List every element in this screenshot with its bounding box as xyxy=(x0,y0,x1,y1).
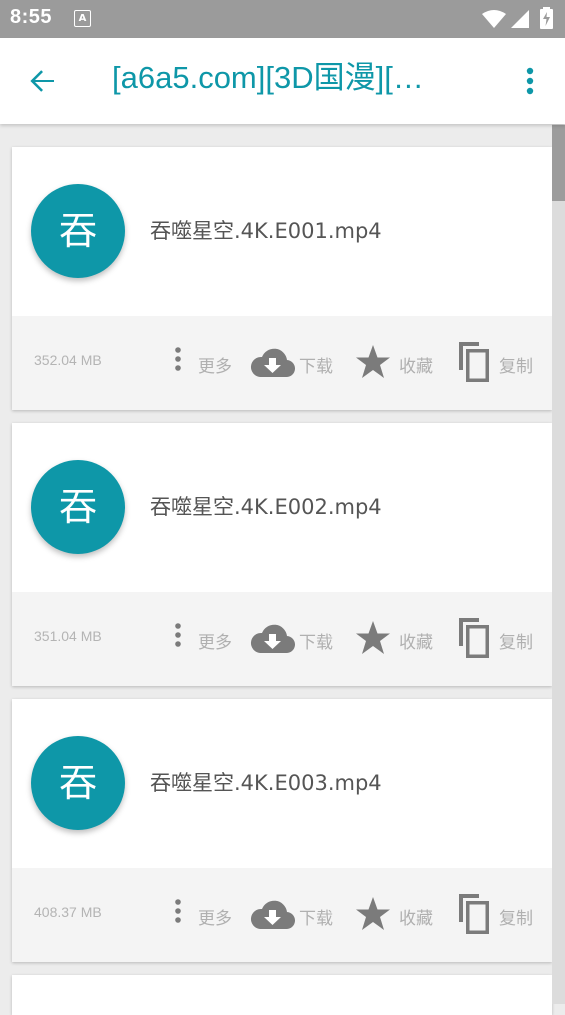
scrollbar[interactable] xyxy=(552,124,565,1004)
download-button[interactable]: 下载 xyxy=(249,340,339,384)
more-button[interactable]: 更多 xyxy=(170,616,240,660)
file-list[interactable]: 吞 吞噬星空.4K.E001.mp4 352.04 MB 更多 下载 收藏 复制… xyxy=(0,124,565,1015)
download-label: 下载 xyxy=(299,633,333,653)
status-bar: 8:55 A xyxy=(0,0,565,38)
more-vert-icon xyxy=(175,347,181,371)
copy-label: 复制 xyxy=(499,633,533,653)
file-avatar: 吞 xyxy=(31,736,125,830)
copy-icon xyxy=(459,894,489,934)
favorite-button[interactable]: 收藏 xyxy=(355,892,440,936)
file-size: 408.37 MB xyxy=(34,904,102,920)
battery-charging-icon xyxy=(540,7,553,29)
file-card[interactable]: 吞 吞噬星空.4K.E001.mp4 352.04 MB 更多 下载 收藏 复制 xyxy=(12,147,552,410)
download-button[interactable]: 下载 xyxy=(249,616,339,660)
favorite-label: 收藏 xyxy=(399,909,433,929)
wifi-icon xyxy=(482,10,506,28)
cloud-download-icon xyxy=(250,900,296,930)
app-bar: [a6a5.com][3D国漫][… xyxy=(0,38,565,124)
more-button[interactable]: 更多 xyxy=(170,340,240,384)
favorite-button[interactable]: 收藏 xyxy=(355,340,440,384)
file-card-actions: 351.04 MB 更多 下载 收藏 复制 xyxy=(12,592,552,686)
more-vert-icon xyxy=(175,623,181,647)
cloud-download-icon xyxy=(250,348,296,378)
scrollbar-thumb[interactable] xyxy=(552,125,565,201)
signal-icon xyxy=(511,10,529,28)
file-name: 吞噬星空.4K.E001.mp4 xyxy=(150,219,382,243)
copy-button[interactable]: 复制 xyxy=(455,340,540,384)
more-label: 更多 xyxy=(198,633,232,653)
star-icon xyxy=(356,345,390,378)
more-label: 更多 xyxy=(198,909,232,929)
file-avatar: 吞 xyxy=(31,460,125,554)
file-card-actions: 352.04 MB 更多 下载 收藏 复制 xyxy=(12,316,552,410)
copy-button[interactable]: 复制 xyxy=(455,892,540,936)
file-size: 352.04 MB xyxy=(34,352,102,368)
download-label: 下载 xyxy=(299,357,333,377)
favorite-button[interactable]: 收藏 xyxy=(355,616,440,660)
file-card[interactable]: 吞 吞噬星空.4K.E002.mp4 351.04 MB 更多 下载 收藏 复制 xyxy=(12,423,552,686)
favorite-label: 收藏 xyxy=(399,633,433,653)
arrow-left-icon[interactable] xyxy=(26,64,60,98)
cloud-download-icon xyxy=(250,624,296,654)
file-name: 吞噬星空.4K.E002.mp4 xyxy=(150,495,382,519)
file-card-actions: 408.37 MB 更多 下载 收藏 复制 xyxy=(12,868,552,962)
download-label: 下载 xyxy=(299,909,333,929)
file-card[interactable]: 吞 吞噬星空.4K.E003.mp4 408.37 MB 更多 下载 收藏 复制 xyxy=(12,699,552,962)
notification-icon: A xyxy=(74,10,91,27)
more-vert-icon xyxy=(175,899,181,923)
favorite-label: 收藏 xyxy=(399,357,433,377)
download-button[interactable]: 下载 xyxy=(249,892,339,936)
copy-label: 复制 xyxy=(499,357,533,377)
page-title: [a6a5.com][3D国漫][… xyxy=(112,60,424,95)
star-icon xyxy=(356,621,390,654)
more-label: 更多 xyxy=(198,357,232,377)
more-vert-icon[interactable] xyxy=(516,64,544,98)
file-card-partial[interactable] xyxy=(12,975,552,1015)
file-avatar: 吞 xyxy=(31,184,125,278)
copy-icon xyxy=(459,342,489,382)
copy-label: 复制 xyxy=(499,909,533,929)
more-button[interactable]: 更多 xyxy=(170,892,240,936)
status-time: 8:55 xyxy=(10,6,53,28)
star-icon xyxy=(356,897,390,930)
copy-button[interactable]: 复制 xyxy=(455,616,540,660)
file-name: 吞噬星空.4K.E003.mp4 xyxy=(150,771,382,795)
copy-icon xyxy=(459,618,489,658)
file-size: 351.04 MB xyxy=(34,628,102,644)
